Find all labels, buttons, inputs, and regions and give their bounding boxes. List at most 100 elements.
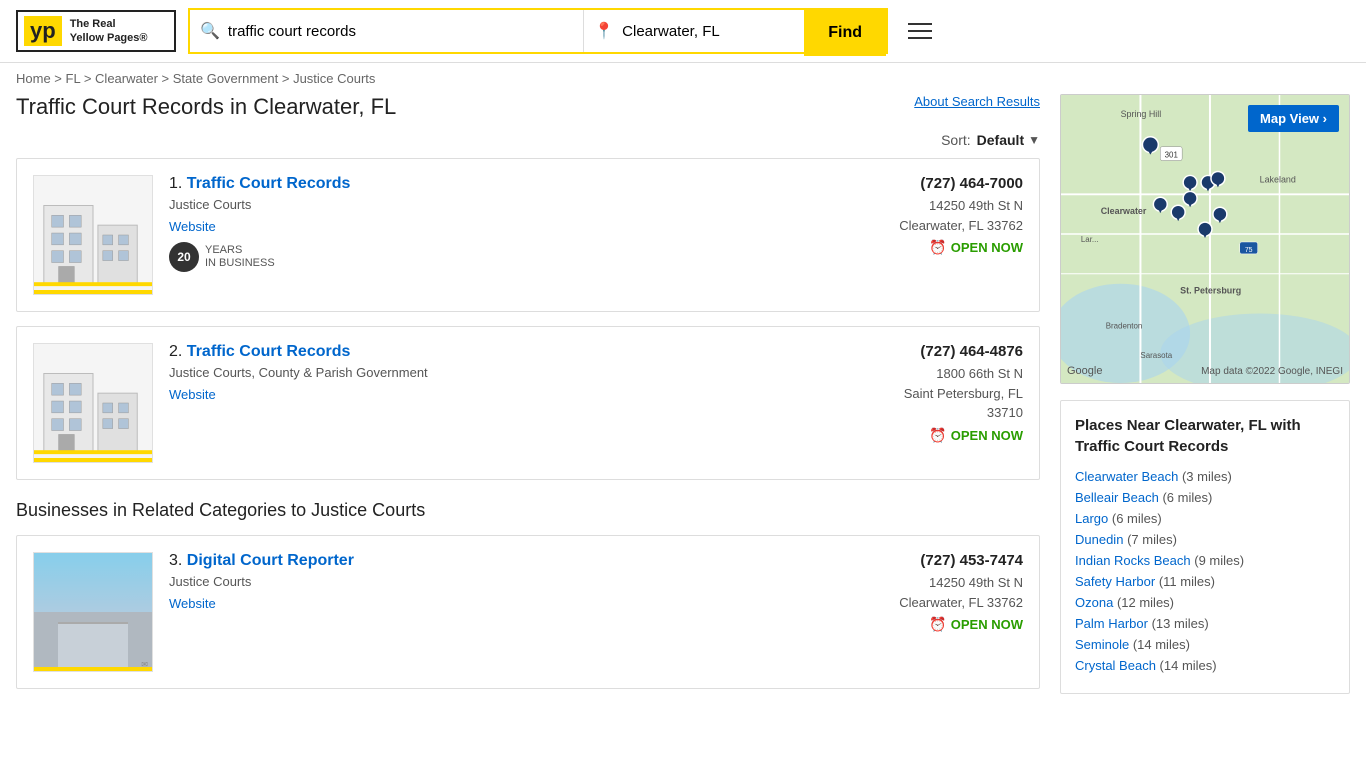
years-in-business-1: 20 YEARS IN BUSINESS: [169, 242, 807, 272]
hamburger-menu[interactable]: [900, 15, 940, 47]
sort-arrow-icon: ▼: [1028, 133, 1040, 147]
breadcrumb-justice-courts[interactable]: Justice Courts: [293, 71, 375, 86]
place-link-clearwater-beach[interactable]: Clearwater Beach: [1075, 469, 1178, 484]
header: yp The Real Yellow Pages® 🔍 📍 Find: [0, 0, 1366, 63]
result-website-link-3[interactable]: Website: [169, 596, 216, 611]
result-address-3: 14250 49th St N Clearwater, FL 33762: [823, 573, 1023, 612]
result-name-link-3[interactable]: Digital Court Reporter: [187, 552, 354, 569]
list-item: Seminole (14 miles): [1075, 637, 1335, 652]
list-item: Safety Harbor (11 miles): [1075, 574, 1335, 589]
place-link-largo[interactable]: Largo: [1075, 511, 1108, 526]
places-near: Places Near Clearwater, FL with Traffic …: [1060, 400, 1350, 694]
result-website-1: Website: [169, 218, 807, 234]
result-name-link-2[interactable]: Traffic Court Records: [187, 343, 351, 360]
svg-text:301: 301: [1165, 151, 1179, 160]
logo-yp: yp: [24, 16, 62, 46]
list-item: Ozona (12 miles): [1075, 595, 1335, 610]
result-phone-3: (727) 453-7474: [823, 552, 1023, 569]
years-badge-1: 20: [169, 242, 199, 272]
breadcrumb-fl[interactable]: FL: [66, 71, 81, 86]
open-now-2: ⏰ OPEN NOW: [823, 427, 1023, 444]
result-card-2: 2. Traffic Court Records Justice Courts,…: [16, 326, 1040, 480]
place-link-dunedin[interactable]: Dunedin: [1075, 532, 1123, 547]
location-icon: 📍: [594, 21, 614, 41]
place-link-ozona[interactable]: Ozona: [1075, 595, 1113, 610]
breadcrumb-home[interactable]: Home: [16, 71, 51, 86]
result-image-2: [33, 343, 153, 463]
search-icon: 🔍: [200, 21, 220, 41]
result-website-3: Website: [169, 595, 807, 611]
result-phone-1: (727) 464-7000: [823, 175, 1023, 192]
location-input[interactable]: [622, 23, 794, 40]
place-link-crystal-beach[interactable]: Crystal Beach: [1075, 658, 1156, 673]
logo-text: The Real Yellow Pages®: [70, 17, 148, 46]
list-item: Largo (6 miles): [1075, 511, 1335, 526]
result-info-2: 2. Traffic Court Records Justice Courts,…: [169, 343, 807, 463]
main-container: Traffic Court Records in Clearwater, FL …: [0, 94, 1366, 703]
result-image-1: [33, 175, 153, 295]
search-location-section: 📍: [584, 10, 804, 52]
list-item: Crystal Beach (14 miles): [1075, 658, 1335, 673]
result-address-1: 14250 49th St N Clearwater, FL 33762: [823, 196, 1023, 235]
breadcrumb-clearwater[interactable]: Clearwater: [95, 71, 158, 86]
result-name-3: 3. Digital Court Reporter: [169, 552, 807, 570]
svg-text:St. Petersburg: St. Petersburg: [1180, 286, 1241, 296]
result-card-3: ✉ 3. Digital Court Reporter Justice Cour…: [16, 535, 1040, 689]
breadcrumb: Home > FL > Clearwater > State Governmen…: [0, 63, 1366, 94]
search-bar: 🔍 📍 Find: [188, 8, 888, 54]
sort-row: Sort: Default ▼: [16, 132, 1040, 148]
related-title: Businesses in Related Categories to Just…: [16, 500, 1040, 521]
years-text-1: YEARS IN BUSINESS: [205, 244, 275, 270]
places-near-title: Places Near Clearwater, FL with Traffic …: [1075, 415, 1335, 457]
clock-icon-2: ⏰: [929, 427, 946, 444]
about-results-link[interactable]: About Search Results: [914, 94, 1040, 109]
list-item: Clearwater Beach (3 miles): [1075, 469, 1335, 484]
result-website-2: Website: [169, 386, 807, 402]
find-button[interactable]: Find: [804, 10, 886, 56]
result-website-link-2[interactable]: Website: [169, 387, 216, 402]
search-input[interactable]: [228, 23, 573, 40]
open-now-3: ⏰ OPEN NOW: [823, 616, 1023, 633]
search-query-section: 🔍: [190, 10, 584, 52]
result-name-link-1[interactable]: Traffic Court Records: [187, 175, 351, 192]
open-now-1: ⏰ OPEN NOW: [823, 239, 1023, 256]
svg-text:Sarasota: Sarasota: [1140, 351, 1172, 360]
map-view-button[interactable]: Map View: [1248, 105, 1339, 132]
place-link-seminole[interactable]: Seminole: [1075, 637, 1129, 652]
result-website-link-1[interactable]: Website: [169, 219, 216, 234]
title-row: Traffic Court Records in Clearwater, FL …: [16, 94, 1040, 120]
google-logo: Google: [1067, 365, 1102, 377]
breadcrumb-state-gov[interactable]: State Government: [173, 71, 279, 86]
sort-dropdown[interactable]: Default: [977, 132, 1024, 148]
place-link-palm-harbor[interactable]: Palm Harbor: [1075, 616, 1148, 631]
result-phone-2: (727) 464-4876: [823, 343, 1023, 360]
right-panel: 301 75 Spring Hill Clearwater Lar... Lak…: [1060, 94, 1350, 703]
list-item: Indian Rocks Beach (9 miles): [1075, 553, 1335, 568]
result-right-3: (727) 453-7474 14250 49th St N Clearwate…: [823, 552, 1023, 672]
result-name-1: 1. Traffic Court Records: [169, 175, 807, 193]
result-address-2: 1800 66th St N Saint Petersburg, FL 3371…: [823, 364, 1023, 423]
logo[interactable]: yp The Real Yellow Pages®: [16, 10, 176, 52]
svg-text:Spring Hill: Spring Hill: [1121, 109, 1162, 119]
result-info-3: 3. Digital Court Reporter Justice Courts…: [169, 552, 807, 672]
place-link-indian-rocks-beach[interactable]: Indian Rocks Beach: [1075, 553, 1191, 568]
svg-text:Clearwater: Clearwater: [1101, 206, 1147, 216]
page-title: Traffic Court Records in Clearwater, FL: [16, 94, 396, 120]
result-right-1: (727) 464-7000 14250 49th St N Clearwate…: [823, 175, 1023, 295]
list-item: Palm Harbor (13 miles): [1075, 616, 1335, 631]
svg-text:Bradenton: Bradenton: [1106, 321, 1143, 330]
result-category-2: Justice Courts, County & Parish Governme…: [169, 365, 807, 380]
sort-label: Sort:: [941, 132, 971, 148]
result-info-1: 1. Traffic Court Records Justice Courts …: [169, 175, 807, 295]
map-container: 301 75 Spring Hill Clearwater Lar... Lak…: [1060, 94, 1350, 384]
result-image-3: ✉: [33, 552, 153, 672]
clock-icon-3: ⏰: [929, 616, 946, 633]
clock-icon-1: ⏰: [929, 239, 946, 256]
place-link-belleair-beach[interactable]: Belleair Beach: [1075, 490, 1159, 505]
result-card-1: 1. Traffic Court Records Justice Courts …: [16, 158, 1040, 312]
svg-text:75: 75: [1245, 247, 1253, 254]
result-category-3: Justice Courts: [169, 574, 807, 589]
svg-text:Lar...: Lar...: [1081, 235, 1099, 244]
place-link-safety-harbor[interactable]: Safety Harbor: [1075, 574, 1155, 589]
result-right-2: (727) 464-4876 1800 66th St N Saint Pete…: [823, 343, 1023, 463]
